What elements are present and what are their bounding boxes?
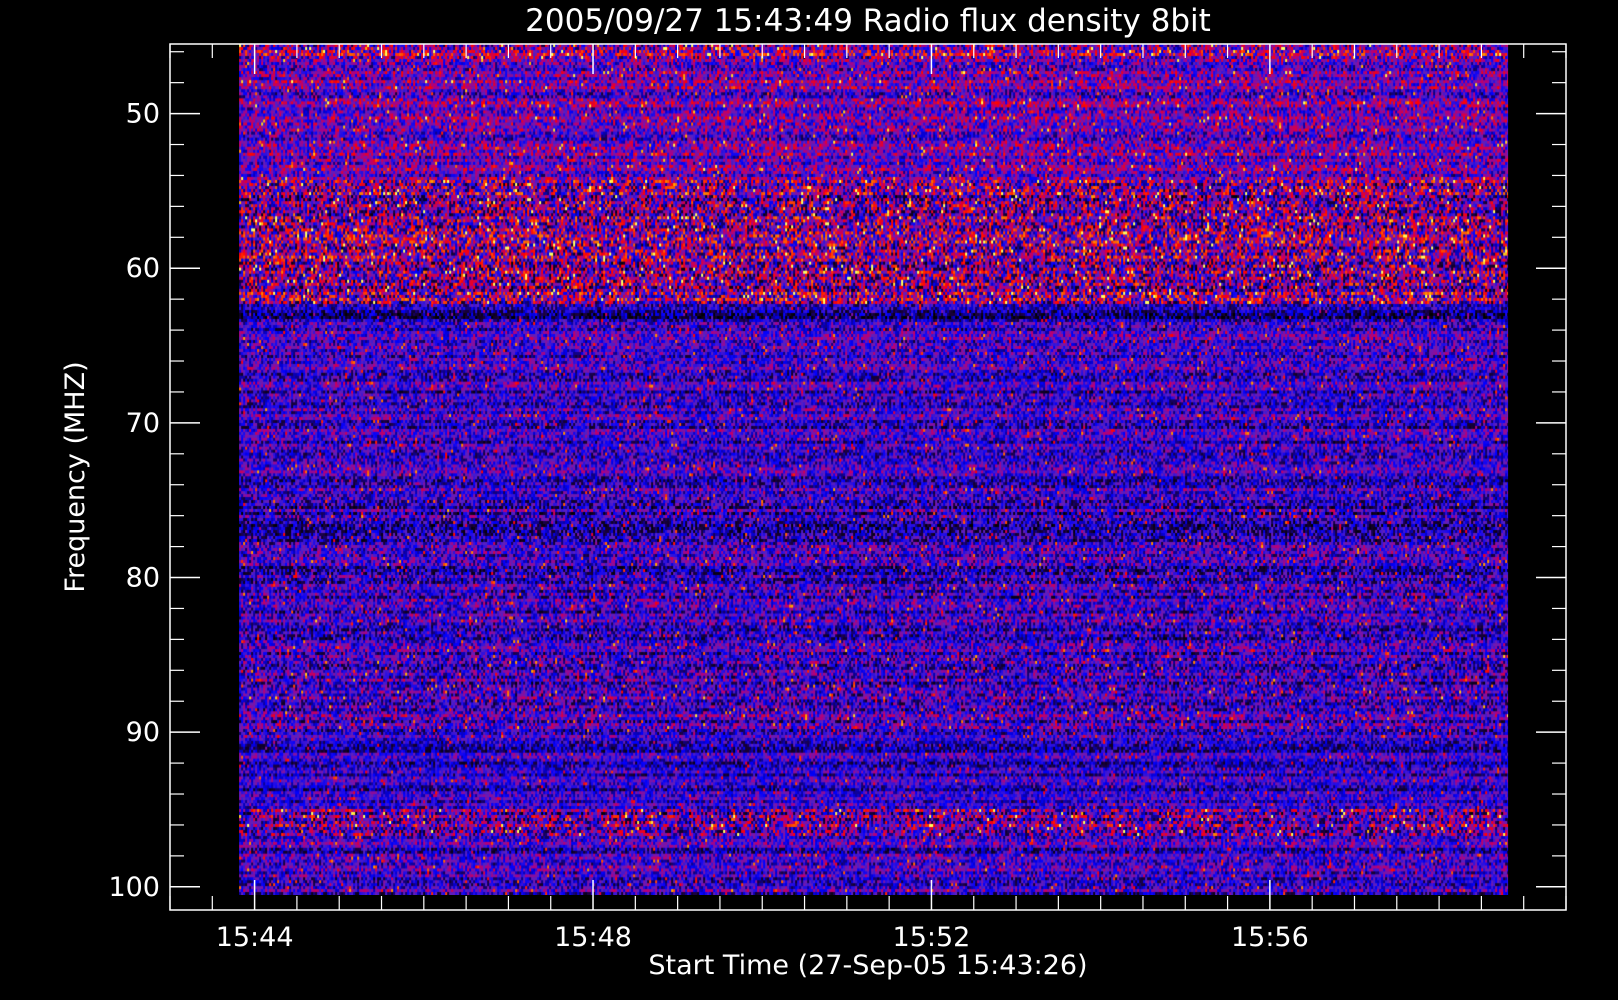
- y-tick-label: 100: [108, 872, 160, 903]
- radio-spectrogram: 50 60 70 80 90 100 15:44 15:48 15:52 15:56 2005/0…: [0, 0, 1618, 1000]
- y-tick-label: 70: [126, 408, 160, 439]
- y-tick-label: 50: [126, 99, 160, 130]
- x-tick-label: 15:52: [893, 922, 971, 953]
- y-tick-label: 90: [126, 717, 160, 748]
- x-tick-label: 15:56: [1231, 922, 1309, 953]
- y-tick-label: 60: [126, 253, 160, 284]
- y-tick-label: 80: [126, 563, 160, 594]
- y-axis-label: Frequency (MHZ): [60, 361, 91, 592]
- chart-title: 2005/09/27 15:43:49 Radio flux density 8…: [525, 3, 1211, 39]
- x-tick-label: 15:44: [216, 922, 294, 953]
- heatmap-image: [239, 44, 1509, 895]
- x-tick-label: 15:48: [554, 922, 632, 953]
- heatmap: [239, 44, 1509, 895]
- x-axis-label: Start Time (27-Sep-05 15:43:26): [648, 950, 1087, 981]
